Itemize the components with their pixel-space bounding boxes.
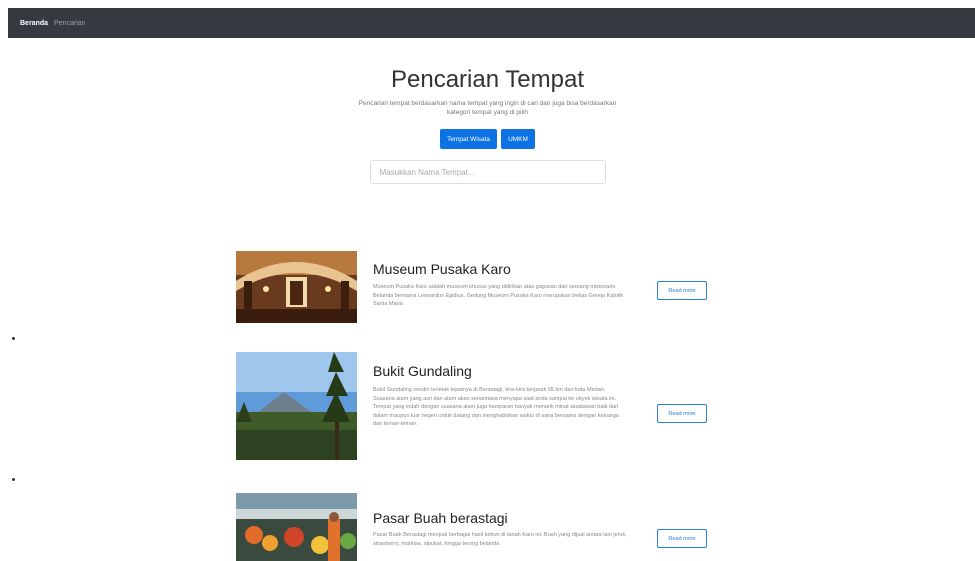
read-more-button[interactable]: Read more: [657, 281, 707, 300]
read-more-button[interactable]: Read more: [657, 529, 707, 548]
list-bullet: [12, 337, 15, 340]
search-header: Pencarian Tempat Pencarian tempat berdas…: [0, 66, 975, 184]
tempat-wisata-button[interactable]: Tempat Wisata: [440, 129, 498, 149]
nav-pencarian[interactable]: Pencarian: [54, 20, 86, 27]
page-title: Pencarian Tempat: [390, 66, 584, 93]
market-photo: [236, 493, 357, 561]
museum-photo: [236, 251, 357, 323]
mountain-photo: [236, 352, 357, 460]
place-card-pasar-buah: Pasar Buah berastagi Pasar Buah Berastag…: [236, 493, 726, 561]
list-bullet: [12, 478, 15, 481]
page-description: Pencarian tempat berdasarkan nama tempat…: [358, 100, 617, 116]
search-input[interactable]: Masukkan Nama Tempat...: [369, 160, 606, 184]
place-card-museum: Museum Pusaka Karo Museum Pusaka Karo ad…: [236, 251, 726, 323]
place-title: Museum Pusaka Karo: [373, 261, 511, 277]
place-title: Bukit Gundaling: [373, 363, 472, 379]
category-buttons: Tempat Wisata UMKM: [0, 129, 975, 149]
umkm-button[interactable]: UMKM: [501, 129, 535, 149]
place-description: Bukit Gundaling sendiri terletak tepatny…: [373, 387, 619, 427]
top-navbar: Beranda Pencarian: [8, 8, 975, 38]
place-description: Museum Pusaka Karo adalah museum khusus …: [373, 284, 624, 307]
place-title: Pasar Buah berastagi: [373, 510, 508, 526]
nav-beranda[interactable]: Beranda: [20, 20, 48, 27]
read-more-button[interactable]: Read more: [657, 404, 707, 423]
place-description: Pasar Buah Berastagi menjual berbagai ha…: [373, 532, 627, 547]
place-card-gundaling: Bukit Gundaling Bukit Gundaling sendiri …: [236, 352, 726, 460]
